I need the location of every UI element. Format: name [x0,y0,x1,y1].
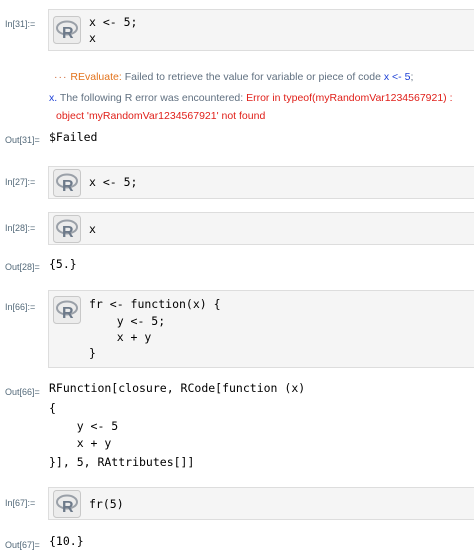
svg-text:R: R [62,499,74,516]
message-text: The following R error was encountered: [59,92,244,104]
code-line: } [89,346,96,360]
input-label-31: In[31]:= [5,19,36,29]
r-logo-icon: R [53,296,81,324]
output-line: y <- 5 [49,419,119,433]
output-value: {5.} [49,257,77,271]
code-line: x [89,222,96,236]
code-line: y <- 5; [89,314,166,328]
message-line-1: ··· REvaluate: Failed to retrieve the va… [54,71,413,83]
input-label-27: In[27]:= [5,177,36,187]
code-line: fr(5) [89,497,124,511]
output-value: {10.} [49,534,84,548]
error-text: Error in typeof(myRandomVar1234567921) : [246,92,453,104]
message-line-2: x. The following R error was encountered… [49,92,453,104]
message-prefix: x. [49,92,58,104]
r-logo-icon: R [53,215,81,243]
output-label-67: Out[67]= [5,540,40,550]
output-line: }], 5, RAttributes[]] [49,455,195,469]
input-cell-28[interactable]: R x [48,212,474,245]
output-label-66: Out[66]= [5,387,40,397]
input-cell-67[interactable]: R fr(5) [48,487,474,520]
svg-text:R: R [62,25,74,42]
output-line: RFunction[closure, RCode[function (x) [49,381,306,395]
message-dots[interactable]: ··· [54,71,68,83]
message-tag: REvaluate: [70,71,122,83]
input-label-28: In[28]:= [5,223,36,233]
r-logo-icon: R [53,16,81,44]
input-cell-27[interactable]: R x <- 5; [48,166,474,199]
message-code: x <- 5 [383,71,411,83]
output-line: x + y [49,436,112,450]
output-label-31: Out[31]= [5,135,40,145]
output-label-28: Out[28]= [5,262,40,272]
input-cell-31[interactable]: R x <- 5; x [48,9,474,51]
r-logo-icon: R [53,490,81,518]
svg-text:R: R [62,224,74,241]
code-line: fr <- function(x) { [89,297,221,311]
r-logo-icon: R [53,169,81,197]
error-line-2: object 'myRandomVar1234567921' not found [56,110,266,122]
message-end: ; [410,71,414,83]
input-label-67: In[67]:= [5,498,36,508]
code-line: x + y [89,330,152,344]
output-value: $Failed [49,130,98,144]
code-line: x <- 5; [89,15,138,29]
input-cell-66[interactable]: R fr <- function(x) { y <- 5; x + y } [48,290,474,368]
message-text: Failed to retrieve the value for variabl… [124,71,381,83]
svg-text:R: R [62,305,74,322]
input-label-66: In[66]:= [5,302,36,312]
output-line: { [49,401,56,415]
code-line: x <- 5; [89,175,138,189]
code-line: x [89,31,96,45]
svg-text:R: R [62,178,74,195]
